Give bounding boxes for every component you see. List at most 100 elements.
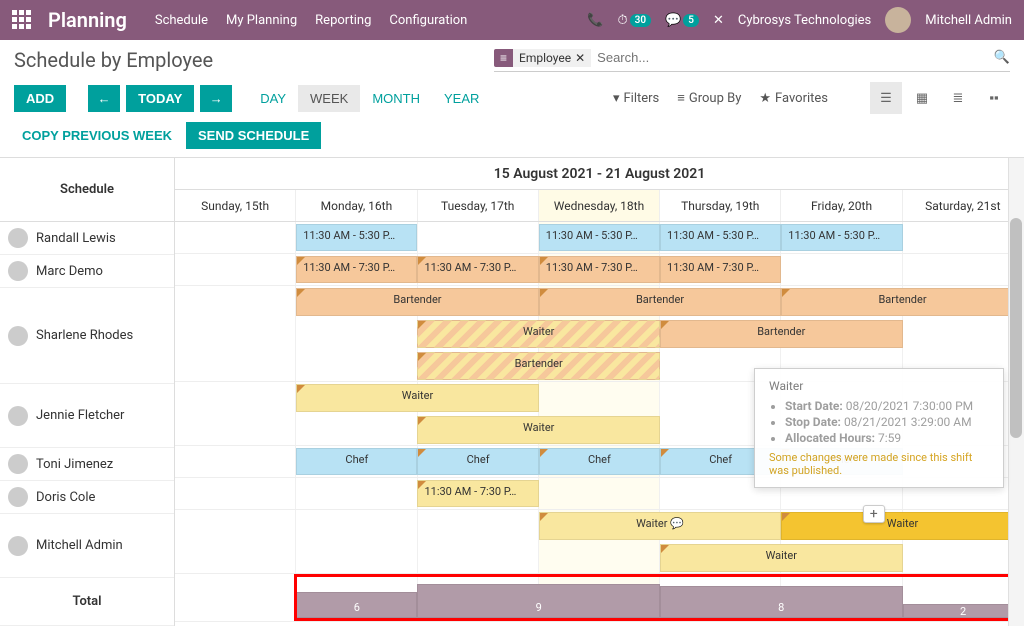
user-name[interactable]: Mitchell Admin (925, 13, 1012, 28)
scale-month[interactable]: MONTH (360, 85, 432, 112)
scale-group: DAY WEEK MONTH YEAR (248, 85, 491, 112)
shift[interactable]: Waiter (417, 416, 659, 444)
topbar-right: 📞 ⏱30 💬5 ✕ Cybrosys Technologies Mitchel… (587, 7, 1012, 33)
total-row: 6 9 8 2 (175, 574, 1024, 622)
tooltip-title: Waiter (769, 379, 989, 393)
timer-badge: 30 (630, 14, 651, 27)
app-brand: Planning (48, 8, 127, 32)
shift[interactable]: 11:30 AM - 7:30 P… (417, 256, 538, 283)
shift[interactable]: Chef (539, 448, 660, 475)
day-col: Tuesday, 17th (418, 190, 539, 221)
employee-row[interactable]: Doris Cole (0, 481, 174, 514)
today-button[interactable]: TODAY (126, 85, 194, 112)
apps-menu-icon[interactable] (12, 10, 32, 30)
phone-icon[interactable]: 📞 (587, 13, 603, 28)
shift[interactable]: Bartender (296, 288, 538, 316)
gantt-left: Schedule Randall Lewis Marc Demo Sharlen… (0, 158, 175, 626)
search-input[interactable] (591, 48, 994, 67)
employee-row[interactable]: Mitchell Admin (0, 514, 174, 578)
favorites-toggle[interactable]: ★ Favorites (759, 90, 828, 106)
scrollbar-thumb[interactable] (1010, 218, 1022, 438)
main-menu: Schedule My Planning Reporting Configura… (155, 13, 468, 28)
total-bar: 6 (296, 592, 417, 618)
shift[interactable]: Chef (296, 448, 417, 475)
shift[interactable]: Waiter (417, 320, 659, 348)
employee-row[interactable]: Randall Lewis (0, 222, 174, 255)
scale-week[interactable]: WEEK (298, 85, 360, 112)
timer-indicator[interactable]: ⏱30 (618, 13, 652, 28)
day-col: Monday, 16th (296, 190, 417, 221)
employee-row[interactable]: Sharlene Rhodes (0, 288, 174, 384)
filter-group: ▾ Filters ≡ Group By ★ Favorites (613, 90, 828, 106)
gantt-row: 11:30 AM - 7:30 P… 11:30 AM - 7:30 P… 11… (175, 254, 1024, 286)
shift-hover[interactable]: Waiter (781, 512, 1023, 540)
gantt-view: Schedule Randall Lewis Marc Demo Sharlen… (0, 157, 1024, 626)
day-col: Thursday, 19th (660, 190, 781, 221)
day-col: Saturday, 21st (903, 190, 1024, 221)
shift[interactable]: 11:30 AM - 7:30 P… (660, 256, 781, 283)
employee-row[interactable]: Jennie Fletcher (0, 384, 174, 448)
add-shift-button[interactable]: + (863, 505, 885, 523)
view-calendar[interactable]: ▦ (906, 82, 938, 114)
day-header: Sunday, 15th Monday, 16th Tuesday, 17th … (175, 190, 1024, 222)
facet-remove-icon[interactable]: ✕ (575, 51, 585, 65)
schedule-header: Schedule (0, 158, 174, 222)
day-col: Sunday, 15th (175, 190, 296, 221)
day-col: Friday, 20th (781, 190, 902, 221)
copy-previous-week[interactable]: COPY PREVIOUS WEEK (14, 122, 180, 149)
shift[interactable]: Bartender (417, 352, 659, 380)
shift[interactable]: 11:30 AM - 7:30 P… (539, 256, 660, 283)
menu-my-planning[interactable]: My Planning (226, 13, 297, 28)
gantt-right: 15 August 2021 - 21 August 2021 Sunday, … (175, 158, 1024, 626)
shift[interactable]: Chef (417, 448, 538, 475)
shift[interactable]: Waiter (660, 544, 902, 572)
groupby-toggle[interactable]: ≡ Group By (677, 90, 741, 106)
toolbar-primary: ADD ← TODAY → DAY WEEK MONTH YEAR ▾ Filt… (0, 72, 1024, 122)
send-schedule[interactable]: SEND SCHEDULE (186, 122, 321, 149)
total-bar: 8 (660, 586, 902, 618)
scrollbar-track[interactable] (1008, 158, 1024, 626)
shift[interactable]: Waiter 💬 (539, 512, 781, 540)
shift[interactable]: Waiter (296, 384, 538, 412)
shift[interactable]: 11:30 AM - 5:30 P… (296, 224, 417, 251)
prev-button[interactable]: ← (88, 85, 120, 112)
view-switcher: ☰ ▦ ≣ ▪▪ (870, 82, 1010, 114)
shift[interactable]: 11:30 AM - 7:30 P… (417, 480, 538, 507)
total-bar: 9 (417, 584, 659, 618)
page-title: Schedule by Employee (14, 48, 494, 72)
view-gantt[interactable]: ☰ (870, 82, 902, 114)
add-button[interactable]: ADD (14, 85, 66, 112)
shift[interactable]: Bartender (660, 320, 902, 348)
filters-toggle[interactable]: ▾ Filters (613, 90, 659, 106)
shift[interactable]: 11:30 AM - 5:30 P… (539, 224, 660, 251)
menu-schedule[interactable]: Schedule (155, 13, 208, 28)
shift[interactable]: 11:30 AM - 7:30 P… (296, 256, 417, 283)
view-kanban[interactable]: ▪▪ (978, 82, 1010, 114)
messages-indicator[interactable]: 💬5 (665, 13, 699, 28)
shift[interactable]: Bartender (781, 288, 1023, 316)
toolbar-secondary: COPY PREVIOUS WEEK SEND SCHEDULE (0, 122, 1024, 157)
scale-day[interactable]: DAY (248, 85, 298, 112)
search-facet-value: Employee ✕ (513, 49, 591, 67)
view-list[interactable]: ≣ (942, 82, 974, 114)
shift[interactable]: Bartender (539, 288, 781, 316)
shift[interactable]: 11:30 AM - 5:30 P… (660, 224, 781, 251)
search-facet-icon: ≡ (494, 49, 513, 67)
menu-configuration[interactable]: Configuration (389, 13, 467, 28)
date-range-header: 15 August 2021 - 21 August 2021 (175, 158, 1024, 190)
tools-icon[interactable]: ✕ (713, 13, 724, 28)
gantt-row: Waiter 💬 Waiter + Waiter (175, 510, 1024, 574)
employee-row[interactable]: Marc Demo (0, 255, 174, 288)
total-bar: 2 (903, 604, 1024, 618)
company-name[interactable]: Cybrosys Technologies (738, 13, 871, 28)
user-avatar[interactable] (885, 7, 911, 33)
menu-reporting[interactable]: Reporting (315, 13, 371, 28)
messages-badge: 5 (683, 14, 699, 27)
next-button[interactable]: → (200, 85, 232, 112)
shift[interactable]: 11:30 AM - 5:30 P… (781, 224, 902, 251)
scale-year[interactable]: YEAR (432, 85, 491, 112)
topbar: Planning Schedule My Planning Reporting … (0, 0, 1024, 40)
employee-row[interactable]: Toni Jimenez (0, 448, 174, 481)
search-icon[interactable]: 🔍 (994, 50, 1010, 65)
gantt-row: 11:30 AM - 5:30 P… 11:30 AM - 5:30 P… 11… (175, 222, 1024, 254)
